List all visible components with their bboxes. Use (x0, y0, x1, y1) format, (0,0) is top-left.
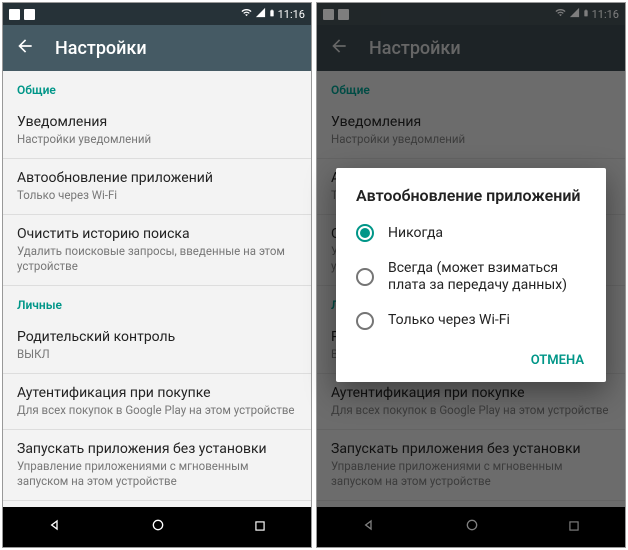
radio-icon (356, 224, 374, 242)
item-auth[interactable]: Аутентификация при покупке Для всех поку… (3, 374, 311, 430)
nav-bar (3, 507, 311, 547)
item-instant-apps[interactable]: Запускать приложения без установки Управ… (3, 430, 311, 501)
signal-icon (255, 7, 266, 21)
dialog-title: Автообновление приложений (336, 186, 606, 215)
section-header-personal: Личные (3, 286, 311, 318)
screen-settings-dialog: 11:16 Настройки Общие Уведомления Настро… (316, 2, 626, 548)
auto-update-dialog: Автообновление приложений Никогда Всегда… (336, 168, 606, 382)
status-bar: 11:16 (3, 3, 311, 25)
back-icon[interactable] (15, 36, 35, 60)
nav-back-icon[interactable] (47, 517, 63, 537)
item-notifications[interactable]: Уведомления Настройки уведомлений (3, 103, 311, 159)
wifi-icon (240, 7, 253, 21)
item-parental[interactable]: Родительский контроль ВЫКЛ (3, 318, 311, 374)
option-never[interactable]: Никогда (336, 215, 606, 251)
status-icon (24, 9, 35, 20)
screen-settings: 11:16 Настройки Общие Уведомления Настро… (2, 2, 312, 548)
nav-home-icon[interactable] (150, 517, 166, 537)
section-header-general: Общие (3, 71, 311, 103)
battery-icon (268, 7, 276, 22)
option-wifi-only[interactable]: Только через Wi-Fi (336, 303, 606, 339)
item-auto-update[interactable]: Автообновление приложений Только через W… (3, 159, 311, 215)
cancel-button[interactable]: Отмена (523, 347, 592, 374)
dialog-overlay[interactable]: Автообновление приложений Никогда Всегда… (317, 3, 625, 547)
nav-recent-icon[interactable] (253, 518, 267, 537)
radio-icon (356, 312, 374, 330)
status-time: 11:16 (278, 8, 305, 21)
option-always[interactable]: Всегда (может взиматься плата за передач… (336, 251, 606, 303)
page-title: Настройки (55, 38, 147, 59)
settings-list[interactable]: Общие Уведомления Настройки уведомлений … (3, 71, 311, 507)
item-clear-history[interactable]: Очистить историю поиска Удалить поисковы… (3, 215, 311, 286)
status-icon (9, 9, 20, 20)
app-bar: Настройки (3, 25, 311, 71)
radio-icon (356, 268, 374, 286)
